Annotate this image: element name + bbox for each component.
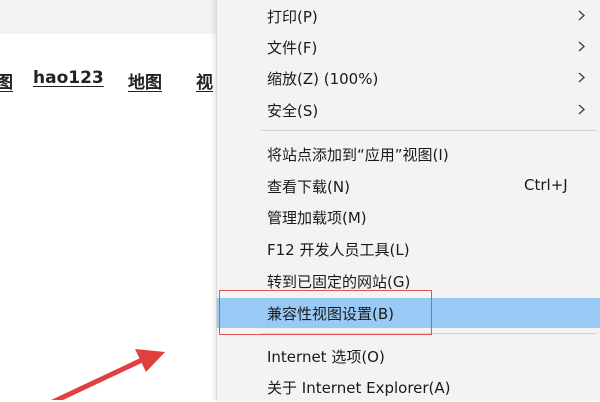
menu-item-label: 打印(P) <box>267 8 318 26</box>
nav-link-video-partial[interactable]: 视 <box>196 68 213 93</box>
menu-item-label: 管理加载项(M) <box>267 209 367 227</box>
nav-link-hao123[interactable]: hao123 <box>33 68 104 88</box>
menu-item-label: 兼容性视图设置(B) <box>267 305 394 323</box>
menu-item-label: 缩放(Z) (100%) <box>267 70 379 88</box>
chevron-right-icon <box>578 104 586 115</box>
menu-item-file[interactable]: 文件(F) <box>217 32 600 62</box>
menu-separator <box>261 333 597 334</box>
menu-item-pinned-sites[interactable]: 转到已固定的网站(G) <box>217 266 600 296</box>
menu-item-zoom[interactable]: 缩放(Z) (100%) <box>217 63 600 93</box>
chevron-right-icon <box>578 72 586 83</box>
menu-item-add-site-to-apps[interactable]: 将站点添加到“应用”视图(I) <box>217 139 600 169</box>
chevron-right-icon <box>578 41 586 52</box>
menu-item-label: 关于 Internet Explorer(A) <box>267 379 451 397</box>
menu-item-about-ie[interactable]: 关于 Internet Explorer(A) <box>217 372 600 402</box>
menu-separator <box>261 130 597 131</box>
menu-item-label: 将站点添加到“应用”视图(I) <box>267 146 449 164</box>
menu-item-developer-tools[interactable]: F12 开发人员工具(L) <box>217 234 600 264</box>
menu-item-internet-options[interactable]: Internet 选项(O) <box>217 341 600 371</box>
menu-item-compatibility-view-settings[interactable]: 兼容性视图设置(B) <box>217 298 600 328</box>
menu-item-label: F12 开发人员工具(L) <box>267 241 410 259</box>
menu-item-shortcut: Ctrl+J <box>524 176 568 194</box>
menu-item-view-downloads[interactable]: 查看下载(N) Ctrl+J <box>217 171 600 201</box>
menu-item-label: Internet 选项(O) <box>267 348 385 366</box>
menu-item-label: 安全(S) <box>267 102 319 120</box>
nav-link-partial-left[interactable]: 图 <box>0 68 13 93</box>
tools-context-menu: 打印(P) 文件(F) 缩放(Z) (100%) 安全(S) 将站点添加到“应用… <box>216 0 600 400</box>
page-nav-links: 图 hao123 地图 视 <box>0 68 218 94</box>
menu-item-manage-addons[interactable]: 管理加载项(M) <box>217 202 600 232</box>
chevron-right-icon <box>578 10 586 21</box>
menu-item-label: 转到已固定的网站(G) <box>267 273 411 291</box>
menu-item-print[interactable]: 打印(P) <box>217 1 600 31</box>
nav-link-map[interactable]: 地图 <box>128 68 162 93</box>
menu-item-safety[interactable]: 安全(S) <box>217 95 600 125</box>
menu-item-label: 查看下载(N) <box>267 178 350 196</box>
menu-item-label: 文件(F) <box>267 39 318 57</box>
browser-toolbar-strip <box>0 0 220 34</box>
